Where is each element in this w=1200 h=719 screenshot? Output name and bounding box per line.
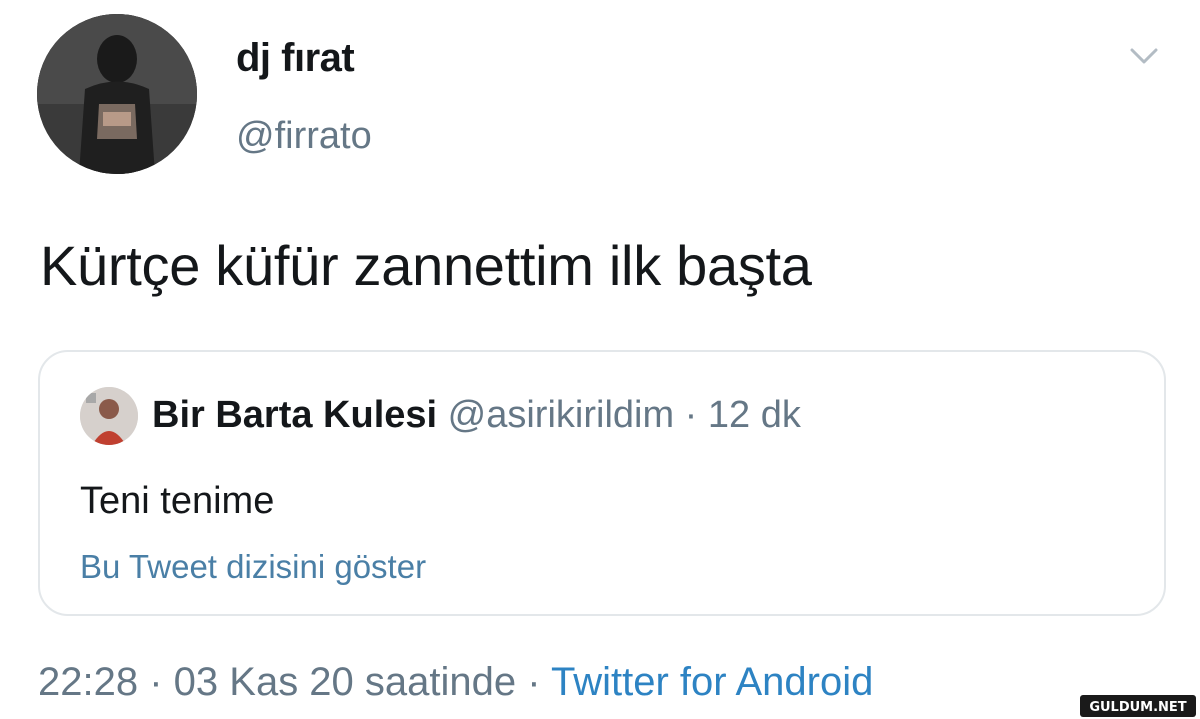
quoted-tweet-card[interactable]: Bir Barta Kulesi @asirikirildim · 12 dk …: [38, 350, 1166, 616]
tweet-meta: 22:28 · 03 Kas 20 saatinde · Twitter for…: [38, 660, 873, 705]
tweet-source-link[interactable]: Twitter for Android: [551, 660, 873, 704]
quoted-display-name[interactable]: Bir Barta Kulesi: [152, 394, 437, 436]
quoted-time[interactable]: 12 dk: [708, 394, 801, 436]
display-name[interactable]: dj fırat: [236, 36, 355, 81]
meta-separator: ·: [516, 660, 551, 704]
tweet-card: dj fırat @firrato Kürtçe küfür zannettim…: [0, 0, 1200, 719]
avatar[interactable]: [37, 14, 197, 174]
quoted-avatar[interactable]: [80, 387, 138, 445]
quoted-tweet-text: Teni tenime: [80, 480, 275, 522]
chevron-down-icon[interactable]: [1124, 42, 1164, 70]
watermark-text: GULDUM.NET: [1089, 700, 1186, 715]
quoted-header: Bir Barta Kulesi @asirikirildim · 12 dk: [152, 394, 801, 437]
avatar-image: [37, 14, 197, 174]
tweet-text: Kürtçe küfür zannettim ilk başta: [40, 234, 812, 297]
user-handle[interactable]: @firrato: [236, 115, 372, 158]
tweet-date[interactable]: 03 Kas 20 saatinde: [174, 660, 516, 704]
quoted-avatar-image: [80, 387, 138, 445]
tweet-time[interactable]: 22:28: [38, 660, 138, 704]
quoted-handle[interactable]: @asirikirildim: [448, 394, 674, 436]
show-thread-link[interactable]: Bu Tweet dizisini göster: [80, 548, 426, 586]
watermark-logo: GULDUM.NET: [1080, 695, 1196, 717]
quoted-separator: ·: [674, 394, 708, 436]
meta-separator: ·: [138, 660, 174, 704]
